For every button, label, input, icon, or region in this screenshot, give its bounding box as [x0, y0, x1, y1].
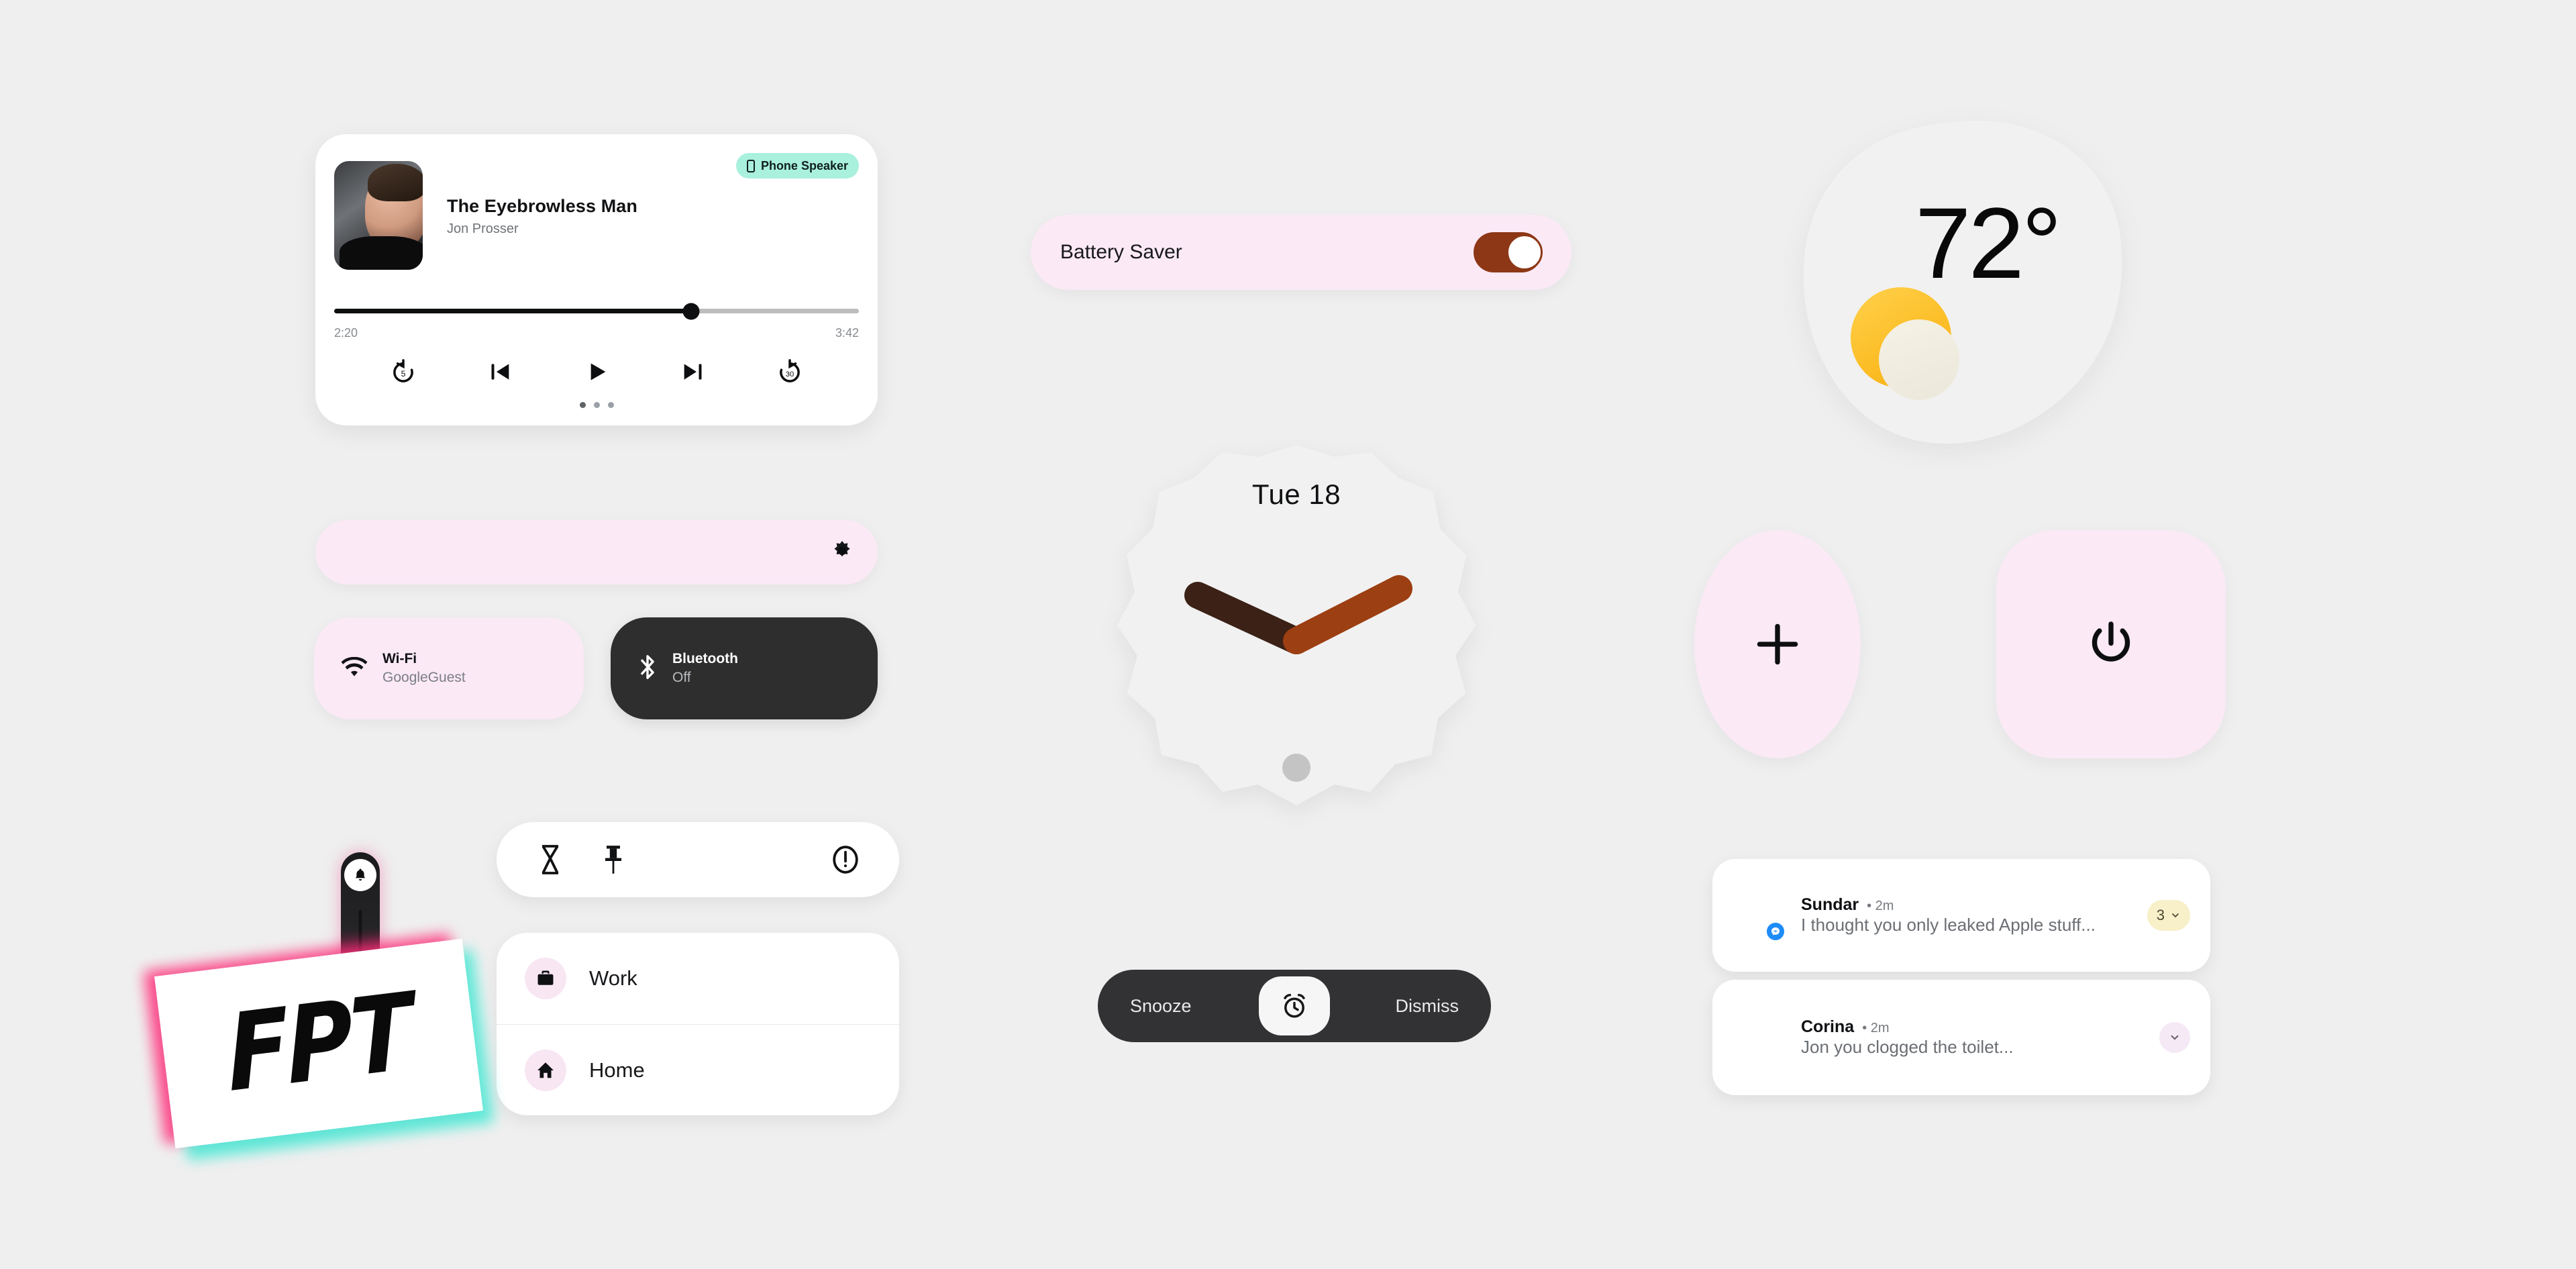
- fpt-wordmark: FPT: [223, 970, 414, 1117]
- weather-widget[interactable]: 72°: [1777, 106, 2139, 468]
- list-item[interactable]: Work: [497, 933, 899, 1024]
- alarm-clock-icon[interactable]: [1259, 976, 1330, 1035]
- page-dot[interactable]: [579, 402, 586, 408]
- cloud-icon: [1879, 319, 1959, 400]
- notification-header: Corina • 2m: [1801, 1017, 2142, 1037]
- wallpaper-canvas: Phone Speaker The Eyebrowless Man Jon Pr…: [0, 0, 2576, 1269]
- notification-body: Corina • 2m Jon you clogged the toilet..…: [1801, 1017, 2142, 1058]
- power-icon: [2092, 621, 2130, 662]
- svg-text:5: 5: [401, 369, 406, 378]
- clock-widget[interactable]: Tue 18: [1088, 440, 1504, 856]
- progress-knob[interactable]: [682, 303, 700, 319]
- notification-list: Sundar • 2m I thought you only leaked Ap…: [1712, 859, 2210, 1095]
- svg-text:30: 30: [786, 370, 794, 378]
- wifi-tile-text: Wi-Fi GoogleGuest: [382, 650, 466, 688]
- skip-previous-icon[interactable]: [484, 356, 516, 388]
- plus-icon: [1757, 623, 1798, 665]
- messenger-icon: [1765, 921, 1786, 942]
- battery-saver-label: Battery Saver: [1060, 241, 1182, 263]
- media-controls: 5 30: [315, 356, 878, 388]
- notification-message: Jon you clogged the toilet...: [1801, 1037, 2014, 1057]
- notification-card[interactable]: Sundar • 2m I thought you only leaked Ap…: [1712, 859, 2210, 972]
- chevron-down-icon: [2172, 913, 2179, 918]
- time-duration: 3:42: [835, 326, 859, 340]
- notification-message: I thought you only leaked Apple stuff...: [1801, 915, 2096, 935]
- track-artist: Jon Prosser: [447, 221, 519, 236]
- clock-hands: [1184, 575, 1412, 654]
- home-icon: [525, 1049, 566, 1091]
- clock-center-dot: [1282, 754, 1310, 782]
- forward-30-icon[interactable]: 30: [774, 356, 806, 388]
- progress-fill: [334, 309, 691, 313]
- avatar: [1733, 890, 1786, 942]
- place-label: Work: [589, 966, 637, 990]
- chevron-down-icon: [2171, 1035, 2179, 1040]
- alert-circle-icon[interactable]: [827, 841, 864, 878]
- notification-expand-button[interactable]: [2159, 1022, 2190, 1053]
- output-device-label: Phone Speaker: [760, 158, 848, 172]
- output-device-chip[interactable]: Phone Speaker: [735, 153, 859, 179]
- bluetooth-subtitle: Off: [672, 670, 691, 685]
- pushpin-icon[interactable]: [595, 841, 632, 878]
- toggle-knob: [1506, 234, 1543, 270]
- brightness-icon: [831, 540, 854, 566]
- clock-minute-hand: [1283, 575, 1412, 654]
- alarm-action-bar: Snooze Dismiss: [1098, 970, 1491, 1042]
- wifi-title: Wi-Fi: [382, 650, 417, 666]
- fpt-logo: FPT: [143, 933, 495, 1161]
- list-item[interactable]: Home: [497, 1024, 899, 1115]
- place-label: Home: [589, 1058, 645, 1082]
- wifi-tile[interactable]: Wi-Fi GoogleGuest: [314, 617, 584, 719]
- album-art-shirt: [340, 236, 423, 270]
- battery-saver-toggle[interactable]: [1474, 232, 1543, 272]
- wifi-subtitle: GoogleGuest: [382, 670, 466, 685]
- avatar: [1733, 1012, 1784, 1063]
- bluetooth-tile[interactable]: Bluetooth Off: [611, 617, 878, 719]
- battery-saver-row[interactable]: Battery Saver: [1031, 215, 1572, 290]
- album-art: [334, 161, 423, 270]
- time-elapsed: 2:20: [334, 326, 358, 340]
- skip-next-icon[interactable]: [677, 356, 709, 388]
- power-button[interactable]: [1996, 530, 2226, 758]
- places-list: Work Home: [497, 933, 899, 1115]
- album-art-hair: [368, 164, 423, 201]
- play-icon[interactable]: [580, 356, 613, 388]
- temperature-value: 72°: [1915, 187, 2062, 299]
- media-player-card[interactable]: Phone Speaker The Eyebrowless Man Jon Pr…: [315, 134, 878, 425]
- notification-header: Sundar • 2m: [1801, 895, 2130, 915]
- snooze-button[interactable]: Snooze: [1130, 996, 1192, 1017]
- replay-5-icon[interactable]: 5: [387, 356, 419, 388]
- notification-time: • 2m: [1867, 899, 1894, 913]
- track-title: The Eyebrowless Man: [447, 196, 637, 216]
- dismiss-button[interactable]: Dismiss: [1396, 996, 1459, 1017]
- notification-count-chip[interactable]: 3: [2147, 900, 2190, 931]
- bluetooth-icon: [637, 653, 658, 684]
- phone-icon: [746, 159, 755, 172]
- notification-count: 3: [2156, 907, 2165, 923]
- add-button[interactable]: [1694, 530, 1861, 758]
- notification-sender: Corina: [1801, 1017, 1855, 1036]
- notification-time: • 2m: [1862, 1021, 1890, 1035]
- briefcase-icon: [525, 958, 566, 999]
- carousel-page-dots[interactable]: [315, 402, 878, 408]
- bell-icon: [344, 859, 376, 891]
- clock-hour-hand: [1184, 582, 1310, 654]
- bluetooth-title: Bluetooth: [672, 650, 738, 666]
- bluetooth-tile-text: Bluetooth Off: [672, 650, 738, 688]
- wifi-icon: [341, 656, 368, 680]
- brightness-slider[interactable]: [315, 520, 878, 585]
- notification-action-pill: [497, 822, 899, 897]
- progress-track: [334, 303, 859, 319]
- page-dot[interactable]: [593, 402, 600, 408]
- notification-sender: Sundar: [1801, 895, 1859, 914]
- notification-body: Sundar • 2m I thought you only leaked Ap…: [1801, 895, 2130, 935]
- notification-card[interactable]: Corina • 2m Jon you clogged the toilet..…: [1712, 980, 2210, 1095]
- page-dot[interactable]: [607, 402, 614, 408]
- progress-slider[interactable]: [334, 303, 859, 319]
- hourglass-icon[interactable]: [531, 841, 569, 878]
